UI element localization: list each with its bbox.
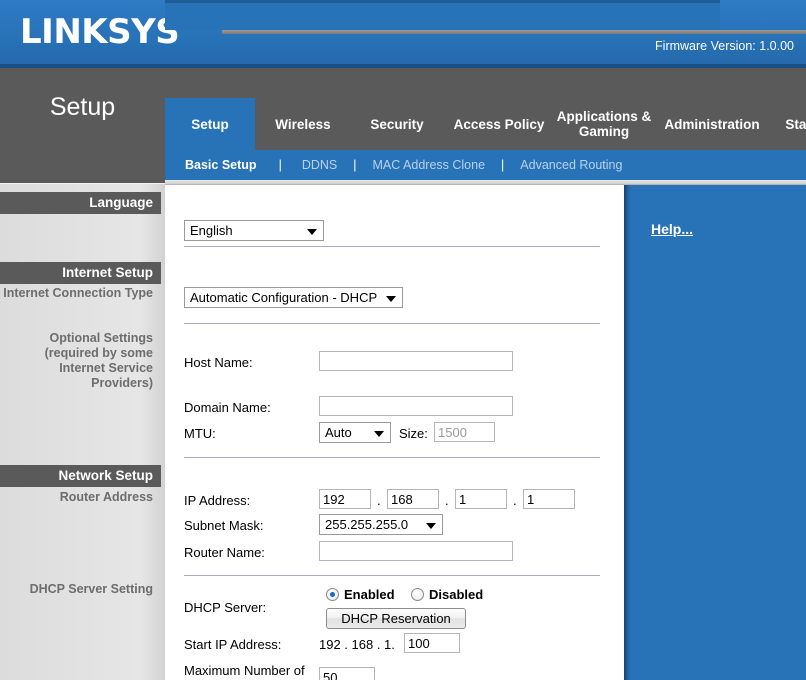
- subnet-mask-select[interactable]: 255.255.255.0: [319, 514, 443, 535]
- chevron-down-icon: [426, 523, 436, 529]
- tab-security[interactable]: Security: [351, 98, 443, 150]
- help-link[interactable]: Help...: [651, 221, 693, 237]
- subnet-mask-label: Subnet Mask:: [184, 518, 264, 533]
- navigation-top-bar-shade: [165, 0, 720, 3]
- router-name-label: Router Name:: [184, 545, 265, 560]
- divider-connection-type: [184, 323, 611, 324]
- dhcp-disabled-radio[interactable]: [411, 588, 424, 601]
- mtu-size-label: Size:: [399, 426, 428, 441]
- sub-navigation: Basic Setup | DDNS | MAC Address Clone | Advan…: [165, 150, 806, 180]
- max-users-label-line1: Maximum Number of: [184, 663, 305, 678]
- mtu-select-value: Auto: [325, 425, 352, 440]
- main-tabs: Setup Wireless Security Access Policy Applic…: [165, 98, 806, 150]
- navigation-gray-strip: [222, 30, 806, 34]
- sidebar-heading-network-setup: Network Setup: [0, 465, 161, 487]
- content-right-gap: [600, 185, 624, 680]
- dhcp-enabled-radio[interactable]: [326, 588, 339, 601]
- dhcp-enabled-radio-group[interactable]: Enabled: [326, 587, 395, 602]
- chevron-down-icon: [374, 431, 384, 437]
- firmware-version: Firmware Version: 1.0.00: [655, 39, 794, 53]
- page-title: Setup: [0, 68, 165, 183]
- max-users-label: Maximum Number ofUsers:: [184, 663, 314, 680]
- chevron-down-icon: [386, 296, 396, 302]
- dhcp-server-label: DHCP Server:: [184, 600, 267, 615]
- domain-name-label: Domain Name:: [184, 400, 271, 415]
- host-name-label: Host Name:: [184, 355, 253, 370]
- sidebar-label-dhcp-server-setting: DHCP Server Setting: [29, 582, 153, 596]
- sidebar-label-router-address: Router Address: [59, 490, 153, 504]
- start-ip-prefix: 192 . 168 . 1.: [319, 637, 395, 652]
- sidebar: Language Internet Setup Internet Connectio…: [0, 183, 165, 680]
- ip-address-octet-3[interactable]: [455, 489, 507, 509]
- logo-text: LINKSYS: [20, 12, 180, 52]
- host-name-input[interactable]: [319, 351, 513, 371]
- tab-setup[interactable]: Setup: [165, 98, 255, 150]
- ip-separator-2: .: [445, 493, 449, 508]
- language-select-value: English: [190, 223, 233, 238]
- ip-address-label: IP Address:: [184, 493, 251, 508]
- ip-address-octet-1[interactable]: [319, 489, 371, 509]
- ip-separator-3: .: [513, 493, 517, 508]
- subnav-separator: |: [278, 158, 282, 172]
- router-name-input[interactable]: [319, 541, 513, 561]
- mtu-select[interactable]: Auto: [319, 422, 391, 443]
- subnet-mask-value: 255.255.255.0: [325, 517, 409, 532]
- sidebar-heading-language: Language: [0, 192, 161, 214]
- sidebar-label-internet-connection-type: Internet Connection Type: [3, 286, 153, 300]
- sidebar-label-optional-settings-required-by-some: Optional Settings (required by some Inte…: [44, 331, 153, 390]
- divider-language: [184, 246, 611, 247]
- internet-connection-type-select[interactable]: Automatic Configuration - DHCP: [184, 287, 403, 308]
- language-select[interactable]: English: [184, 220, 324, 241]
- tab-wireless[interactable]: Wireless: [255, 98, 351, 150]
- main-content: English Automatic Configuration - DHCP H…: [165, 185, 624, 680]
- tab-access-policy[interactable]: Access Policy: [443, 98, 555, 150]
- start-ip-input[interactable]: [404, 633, 460, 653]
- help-panel: Help...: [624, 185, 806, 680]
- tab-applications-gaming[interactable]: Applications & Gaming: [555, 98, 653, 150]
- linksys-setup-page: LINKSYS™ Firmware Version: 1.0.00 Setup …: [0, 0, 806, 680]
- dhcp-disabled-label: Disabled: [429, 587, 484, 602]
- ip-address-octet-4[interactable]: [523, 489, 575, 509]
- navigation-top-bar: [165, 0, 720, 30]
- subnav-item-basic-setup[interactable]: Basic Setup: [185, 158, 257, 172]
- help-panel-shade: [624, 185, 631, 680]
- sidebar-heading-internet-setup: Internet Setup: [0, 262, 161, 284]
- subnav-separator: |: [353, 158, 357, 172]
- domain-name-input[interactable]: [319, 396, 513, 416]
- internet-connection-type-value: Automatic Configuration - DHCP: [190, 290, 378, 305]
- subnav-item-mac-address-clone[interactable]: MAC Address Clone: [372, 158, 485, 172]
- tab-status[interactable]: Status: [771, 98, 806, 150]
- divider-mtu: [184, 457, 611, 458]
- max-users-input[interactable]: [319, 667, 375, 680]
- ip-separator-1: .: [377, 493, 381, 508]
- linksys-logo: LINKSYS™: [20, 12, 188, 52]
- chevron-down-icon: [307, 229, 317, 235]
- divider-network-setup: [184, 575, 611, 576]
- mtu-size-input[interactable]: [434, 422, 495, 442]
- dhcp-disabled-radio-group[interactable]: Disabled: [411, 587, 483, 602]
- dhcp-enabled-label: Enabled: [344, 587, 395, 602]
- ip-address-octet-2[interactable]: [387, 489, 439, 509]
- start-ip-label: Start IP Address:: [184, 637, 282, 652]
- subnav-item-advanced-routing[interactable]: Advanced Routing: [520, 158, 622, 172]
- subnav-item-ddns[interactable]: DDNS: [302, 158, 337, 172]
- subnav-separator: |: [501, 158, 505, 172]
- dhcp-reservation-button[interactable]: DHCP Reservation: [326, 608, 466, 629]
- tab-administration[interactable]: Administration: [653, 98, 771, 150]
- mtu-label: MTU:: [184, 426, 216, 441]
